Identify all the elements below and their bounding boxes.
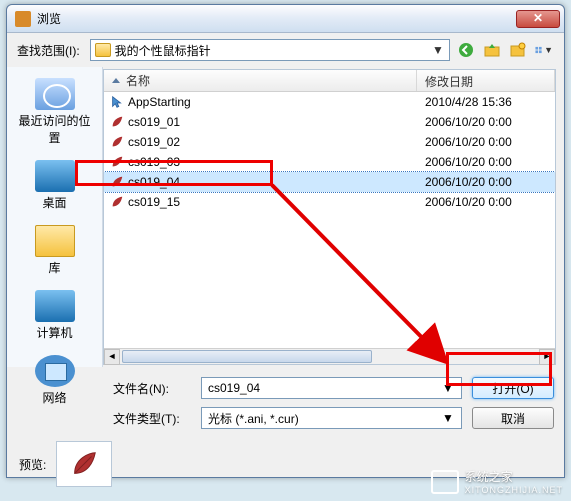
file-row[interactable]: AppStarting 2010/4/28 15:36	[104, 92, 555, 112]
file-date: 2006/10/20 0:00	[417, 115, 555, 129]
lookin-value: 我的个性鼠标指针	[115, 42, 431, 59]
filename-label: 文件名(N):	[113, 380, 191, 397]
leaf-icon	[69, 449, 99, 479]
folder-icon	[95, 43, 111, 57]
place-label: 计算机	[14, 324, 96, 341]
place-network[interactable]: 网络	[13, 350, 97, 411]
file-name: cs019_03	[128, 155, 180, 169]
file-name: cs019_15	[128, 195, 180, 209]
list-header[interactable]: 名称 修改日期	[104, 70, 555, 92]
file-row[interactable]: cs019_01 2006/10/20 0:00	[104, 112, 555, 132]
filetype-label: 文件类型(T):	[113, 410, 191, 427]
up-one-level-button[interactable]	[482, 40, 502, 60]
place-label: 最近访问的位置	[14, 112, 96, 146]
lookin-label: 查找范围(I):	[17, 42, 80, 59]
app-icon	[15, 11, 31, 27]
place-label: 网络	[14, 389, 96, 406]
lookin-combo[interactable]: 我的个性鼠标指针 ▼	[90, 39, 450, 61]
cursor-icon	[110, 95, 124, 109]
file-date: 2006/10/20 0:00	[417, 175, 555, 189]
leaf-icon	[110, 135, 124, 149]
leaf-icon	[110, 155, 124, 169]
watermark-subtext: XITONGZHIJIA.NET	[465, 485, 563, 495]
view-menu-button[interactable]: ▼	[534, 40, 554, 60]
watermark-logo-icon	[431, 470, 459, 494]
file-name: cs019_02	[128, 135, 180, 149]
window-title: 浏览	[37, 10, 516, 27]
titlebar[interactable]: 浏览 ✕	[7, 5, 564, 33]
new-folder-button[interactable]	[508, 40, 528, 60]
places-bar: 最近访问的位置 桌面 库 计算机 网络	[7, 67, 103, 367]
column-date[interactable]: 修改日期	[417, 70, 555, 91]
file-date: 2006/10/20 0:00	[417, 135, 555, 149]
place-label: 库	[14, 259, 96, 276]
toolbar: 查找范围(I): 我的个性鼠标指针 ▼ ▼	[7, 33, 564, 67]
scroll-left-button[interactable]: ◄	[104, 349, 120, 365]
file-list[interactable]: 名称 修改日期 AppStarting 2010/4/28 15:36 cs019_…	[103, 69, 556, 365]
place-label: 桌面	[14, 194, 96, 211]
chevron-down-icon: ▼	[441, 411, 455, 425]
cancel-button[interactable]: 取消	[472, 407, 554, 429]
file-row[interactable]: cs019_04 2006/10/20 0:00	[104, 172, 555, 192]
file-row[interactable]: cs019_03 2006/10/20 0:00	[104, 152, 555, 172]
preview-label: 预览:	[19, 456, 46, 473]
scroll-thumb[interactable]	[122, 350, 372, 363]
file-name: cs019_01	[128, 115, 180, 129]
file-date: 2006/10/20 0:00	[417, 195, 555, 209]
leaf-icon	[110, 175, 124, 189]
file-name: AppStarting	[128, 95, 191, 109]
file-row[interactable]: cs019_15 2006/10/20 0:00	[104, 192, 555, 212]
place-libraries[interactable]: 库	[13, 220, 97, 281]
close-button[interactable]: ✕	[516, 10, 560, 28]
back-button[interactable]	[456, 40, 476, 60]
horizontal-scrollbar[interactable]: ◄ ►	[104, 348, 555, 364]
leaf-icon	[110, 195, 124, 209]
place-desktop[interactable]: 桌面	[13, 155, 97, 216]
filename-input[interactable]: cs019_04 ▼	[201, 377, 462, 399]
open-button[interactable]: 打开(O)	[472, 377, 554, 399]
place-recent[interactable]: 最近访问的位置	[13, 73, 97, 151]
chevron-down-icon: ▼	[544, 45, 553, 55]
file-row[interactable]: cs019_02 2006/10/20 0:00	[104, 132, 555, 152]
file-name: cs019_04	[128, 175, 180, 189]
column-name[interactable]: 名称	[104, 70, 417, 91]
scroll-right-button[interactable]: ►	[539, 349, 555, 365]
filetype-select[interactable]: 光标 (*.ani, *.cur) ▼	[201, 407, 462, 429]
file-date: 2006/10/20 0:00	[417, 155, 555, 169]
chevron-down-icon: ▼	[441, 381, 455, 395]
place-computer[interactable]: 计算机	[13, 285, 97, 346]
file-dialog: 浏览 ✕ 查找范围(I): 我的个性鼠标指针 ▼ ▼ 最近访问的位置 桌面 库 …	[6, 4, 565, 478]
watermark: 系统之家 XITONGZHIJIA.NET	[431, 468, 563, 495]
filetype-value: 光标 (*.ani, *.cur)	[208, 410, 441, 427]
preview-box	[56, 441, 112, 487]
filename-value: cs019_04	[208, 381, 441, 395]
leaf-icon	[110, 115, 124, 129]
file-date: 2010/4/28 15:36	[417, 95, 555, 109]
chevron-down-icon: ▼	[431, 43, 445, 57]
watermark-text: 系统之家	[465, 470, 513, 484]
